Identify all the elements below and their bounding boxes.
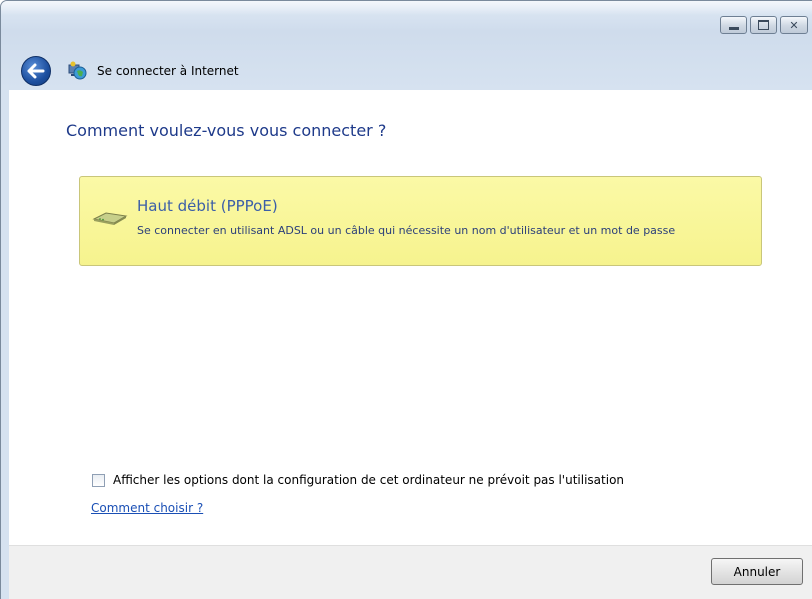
broadband-modem-icon	[92, 212, 128, 225]
window-header: Se connecter à Internet	[21, 56, 239, 86]
maximize-icon	[758, 20, 769, 30]
option-title: Haut débit (PPPoE)	[137, 197, 278, 215]
show-all-options-row: Afficher les options dont la configurati…	[92, 473, 624, 487]
show-all-options-checkbox[interactable]	[92, 473, 105, 487]
back-button[interactable]	[21, 56, 51, 86]
close-icon: ✕	[789, 18, 799, 32]
cancel-button[interactable]: Annuler	[711, 558, 803, 585]
footer-bar: Annuler	[9, 545, 812, 599]
show-all-options-label[interactable]: Afficher les options dont la configurati…	[113, 473, 624, 487]
dialog-window: ✕ Se connecter à Internet Comment voulez…	[0, 0, 812, 599]
option-description: Se connecter en utilisant ADSL ou un câb…	[137, 224, 676, 237]
minimize-icon	[728, 26, 739, 30]
close-button[interactable]: ✕	[780, 16, 808, 34]
window-title: Se connecter à Internet	[97, 64, 239, 78]
page-question: Comment voulez-vous vous connecter ?	[66, 121, 387, 140]
network-globe-icon	[68, 61, 87, 80]
option-broadband-pppoe[interactable]: Haut débit (PPPoE) Se connecter en utili…	[79, 176, 762, 266]
maximize-button[interactable]	[750, 16, 777, 34]
back-arrow-icon	[27, 63, 45, 79]
help-link[interactable]: Comment choisir ?	[91, 501, 203, 515]
caption-buttons: ✕	[720, 16, 808, 34]
minimize-button[interactable]	[720, 16, 747, 34]
content-area: Comment voulez-vous vous connecter ? Hau…	[9, 90, 812, 545]
